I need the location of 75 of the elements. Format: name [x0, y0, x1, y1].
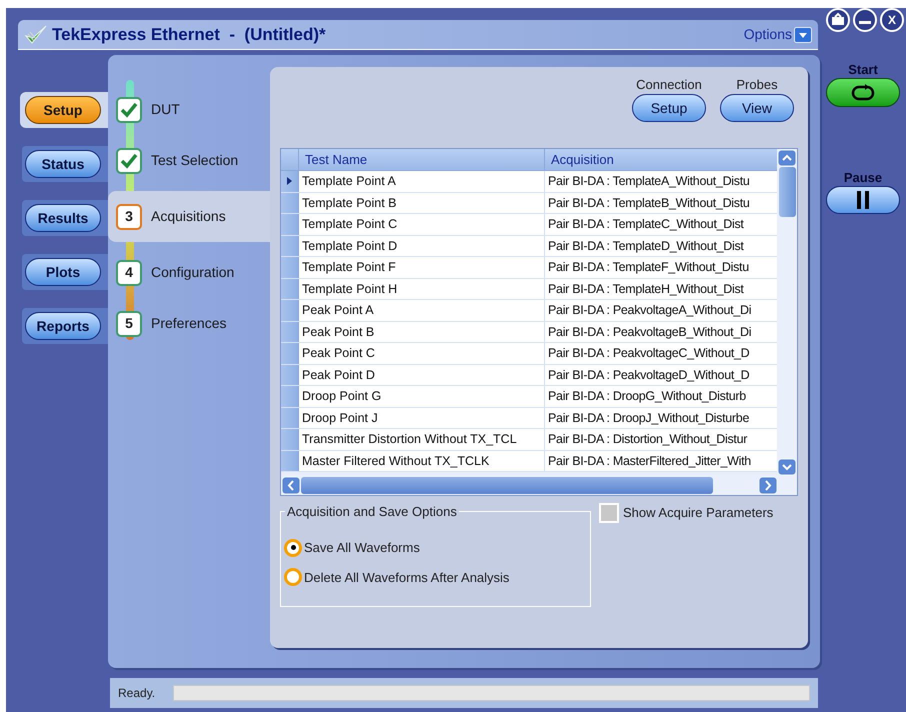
step-label[interactable]: Configuration — [151, 262, 234, 283]
table-cell-text: Pair BI-DA : PeakvoltageB_Without_Di — [547, 324, 752, 341]
loop-icon — [850, 84, 876, 102]
pause-button[interactable] — [826, 186, 900, 214]
close-button[interactable]: X — [880, 8, 904, 32]
button-caption: Connection — [636, 76, 702, 94]
table-cell: Peak Point A — [299, 300, 545, 320]
nav-tab[interactable]: Reports — [25, 312, 101, 340]
table-cell-text: Pair BI-DA : TemplateD_Without_Dist — [547, 238, 745, 255]
table-cell: Template Point B — [299, 192, 545, 213]
table-cell: Peak Point B — [299, 322, 545, 342]
pause-icon — [856, 191, 870, 209]
step-number: 3 — [116, 204, 142, 230]
table-cell: Peak Point C — [299, 343, 545, 364]
table-cell: Template Point H — [299, 278, 545, 299]
vertical-scrollbar[interactable] — [777, 149, 797, 475]
step-number: 4 — [116, 260, 142, 286]
column-header[interactable]: Test Name — [299, 149, 545, 170]
table-cell-text: Pair BI-DA : TemplateH_Without_Dist — [547, 280, 745, 298]
checkmark-icon — [120, 152, 138, 168]
step-label[interactable]: Preferences — [151, 313, 226, 334]
scroll-up-icon[interactable] — [778, 150, 796, 166]
table-cell: Template Point D — [299, 236, 545, 256]
step-number: 5 — [116, 310, 142, 336]
checkmark-logo-icon — [24, 24, 48, 46]
scroll-thumb[interactable] — [301, 476, 713, 494]
show-acquire-parameters-checkbox[interactable]: Show Acquire Parameters — [599, 503, 774, 523]
table-cell: Template Point C — [299, 214, 545, 234]
status-text: Ready. — [118, 685, 156, 702]
table-cell-text: Pair BI-DA : DroopG_Without_Disturb — [547, 388, 747, 405]
scroll-thumb[interactable] — [778, 167, 796, 217]
minimize-icon[interactable] — [853, 8, 877, 32]
header-button[interactable]: View — [720, 94, 794, 122]
button-caption: Probes — [736, 76, 778, 94]
table-cell-text: Pair BI-DA : TemplateB_Without_Distu — [547, 194, 751, 212]
row-pointer-icon — [287, 177, 292, 186]
table-cell-text: Pair BI-DA : PeakvoltageD_Without_D — [547, 366, 750, 384]
table-cell: Template Point A — [299, 171, 545, 192]
table-cell-text: Pair BI-DA : TemplateC_Without_Dist — [547, 216, 745, 233]
nav-tab[interactable]: Setup — [25, 96, 101, 124]
nav-tab[interactable]: Results — [25, 204, 101, 232]
radio-option[interactable]: Delete All Waveforms After Analysis — [284, 568, 510, 587]
table-cell-text: Pair BI-DA : Distortion_Without_Distur — [547, 431, 748, 448]
table-cell: Peak Point D — [299, 364, 545, 385]
table-cell: Droop Point G — [299, 386, 545, 406]
step-label[interactable]: Acquisitions — [151, 206, 226, 227]
table-cell-text: Pair BI-DA : TemplateF_Without_Distu — [547, 259, 750, 276]
table-cell-text: Pair BI-DA : PeakvoltageA_Without_Di — [547, 302, 752, 319]
dropdown-icon — [794, 26, 812, 42]
radio-option[interactable]: Save All Waveforms — [284, 538, 420, 558]
table-cell: Transmitter Distortion Without TX_TCL — [299, 429, 545, 450]
scroll-right-icon[interactable] — [759, 476, 777, 494]
table-cell-text: Pair BI-DA : TemplateA_Without_Distu — [547, 173, 751, 190]
control-caption: Pause — [844, 169, 882, 186]
checkmark-icon — [120, 102, 138, 118]
step-label[interactable]: DUT — [151, 99, 180, 120]
nav-tab[interactable]: Status — [25, 150, 101, 178]
scroll-left-icon[interactable] — [282, 476, 300, 494]
table-cell: Droop Point J — [299, 408, 545, 428]
table-cell-text: Pair BI-DA : DroopJ_Without_Disturbe — [547, 410, 750, 427]
tray-icon[interactable] — [826, 8, 850, 32]
options-menu[interactable]: Options — [744, 24, 812, 45]
step-label[interactable]: Test Selection — [151, 150, 238, 171]
row-header[interactable] — [281, 171, 299, 192]
column-header[interactable]: Acquisition — [545, 149, 777, 170]
scroll-down-icon[interactable] — [778, 459, 796, 475]
nav-tab[interactable]: Plots — [25, 258, 101, 286]
table-cell-text: Pair BI-DA : PeakvoltageC_Without_D — [547, 345, 750, 362]
window-title: TekExpress Ethernet - (Untitled)* — [52, 24, 326, 46]
header-button[interactable]: Setup — [632, 94, 706, 122]
table-cell: Master Filtered Without TX_TCLK — [299, 450, 545, 471]
table-cell-text: Pair BI-DA : MasterFiltered_Jitter_With — [547, 452, 752, 470]
start-button[interactable] — [826, 78, 900, 107]
control-caption: Start — [848, 61, 878, 78]
table-cell: Template Point F — [299, 257, 545, 278]
